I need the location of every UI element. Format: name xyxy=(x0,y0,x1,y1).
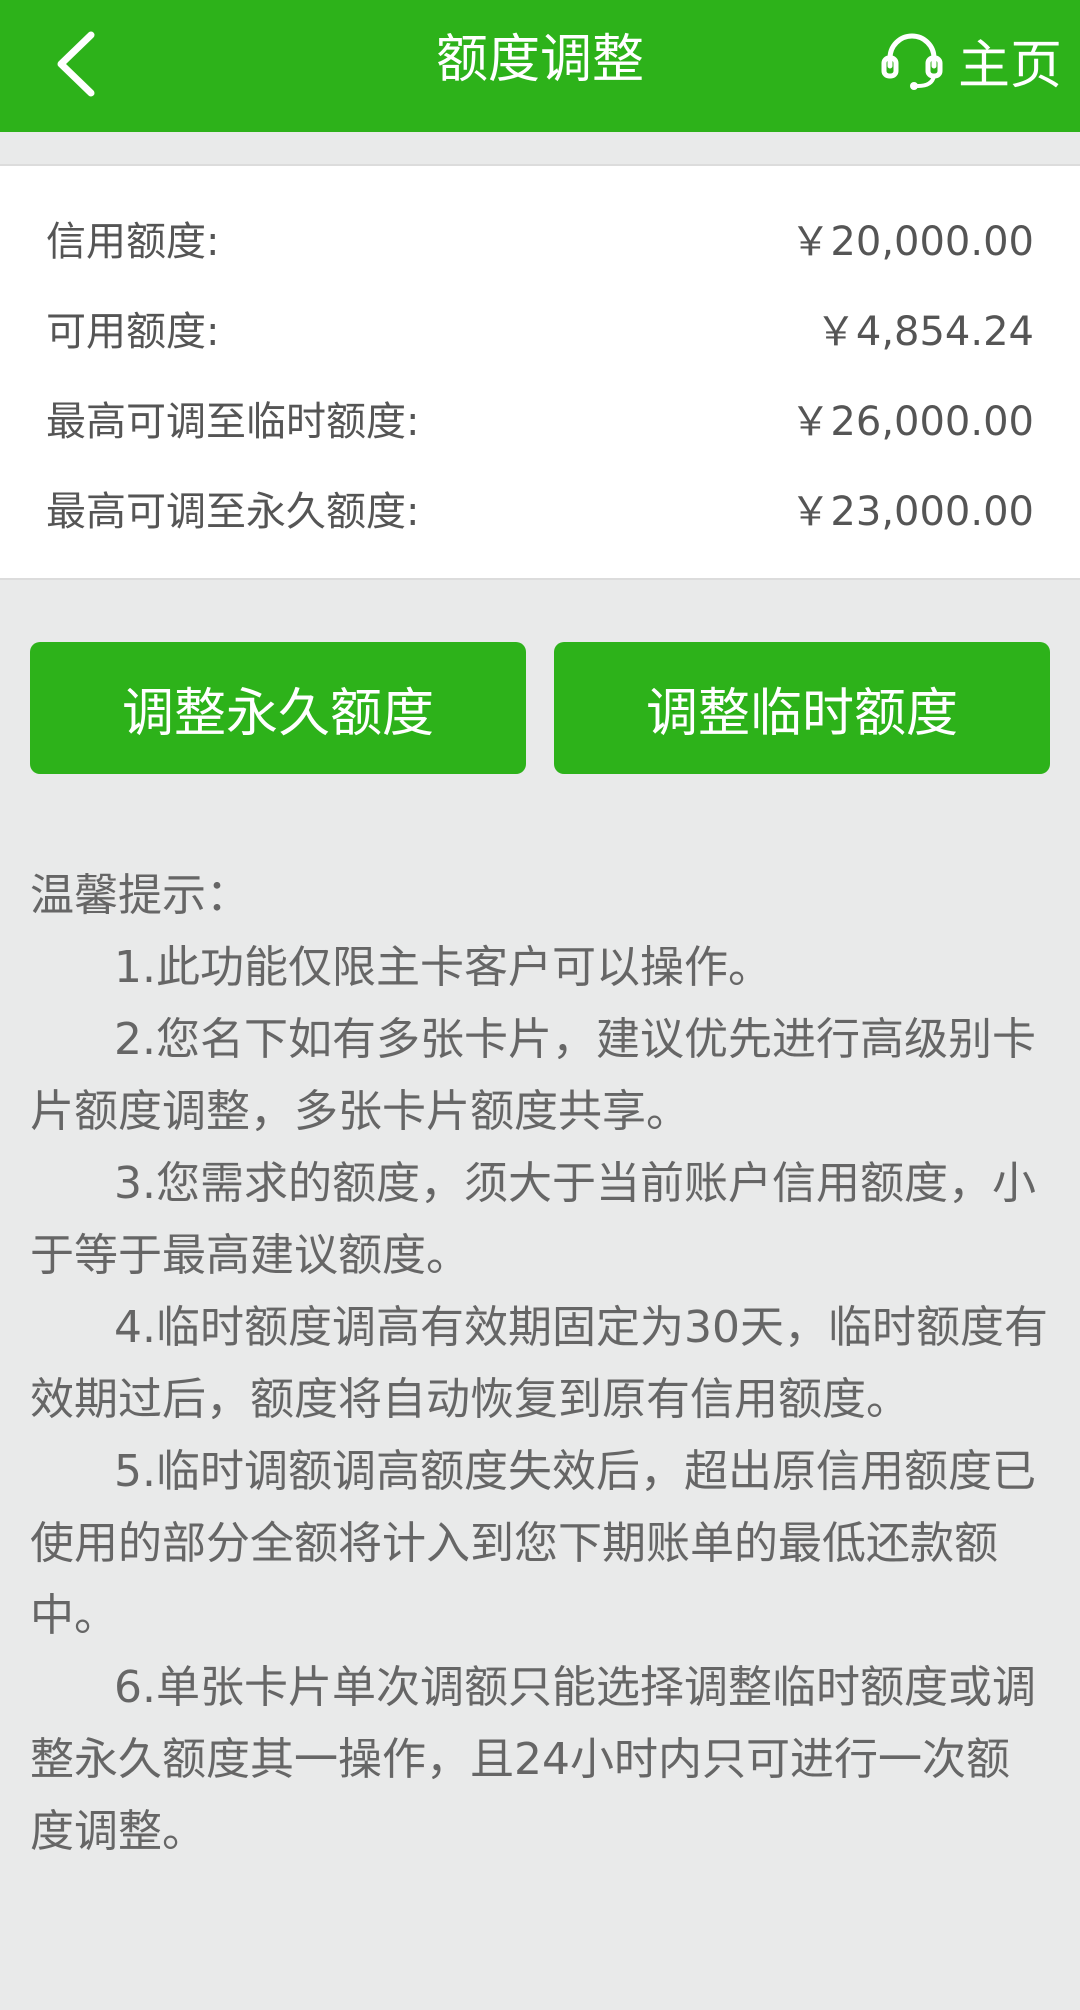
tip-item: 6.单张卡片单次调额只能选择调整临时额度或调整永久额度其一操作，且24小时内只可… xyxy=(30,1662,1036,1857)
tips-section: 温馨提示： 1.此功能仅限主卡客户可以操作。 2.您名下如有多张卡片，建议优先进… xyxy=(30,860,1050,1868)
home-label: 主页 xyxy=(957,35,1062,96)
tip-item: 3.您需求的额度，须大于当前账户信用额度，小于等于最高建议额度。 xyxy=(30,1158,1036,1281)
credit-limit-label: 信用额度: xyxy=(46,219,220,265)
adjust-permanent-limit-button[interactable]: 调整永久额度 xyxy=(30,642,526,774)
tips-title: 温馨提示： xyxy=(30,870,250,921)
headset-icon xyxy=(880,28,944,92)
credit-limit-row: 信用额度: ￥20,000.00 xyxy=(46,208,1034,268)
tip-item: 4.临时额度调高有效期固定为30天，临时额度有效期过后，额度将自动恢复到原有信用… xyxy=(30,1302,1048,1425)
available-limit-row: 可用额度: ￥4,854.24 xyxy=(46,298,1034,358)
header-bar: 额度调整 主页 xyxy=(0,0,1080,132)
limit-info-card: 信用额度: ￥20,000.00 可用额度: ￥4,854.24 最高可调至临时… xyxy=(0,164,1080,580)
max-permanent-limit-value: ￥23,000.00 xyxy=(790,489,1034,535)
home-button[interactable]: 主页 xyxy=(880,0,1062,120)
tip-item: 1.此功能仅限主卡客户可以操作。 xyxy=(114,942,772,993)
max-temporary-limit-row: 最高可调至临时额度: ￥26,000.00 xyxy=(46,388,1034,448)
max-temporary-limit-value: ￥26,000.00 xyxy=(790,399,1034,445)
max-permanent-limit-label: 最高可调至永久额度: xyxy=(46,489,420,535)
available-limit-label: 可用额度: xyxy=(46,309,220,355)
tip-item: 2.您名下如有多张卡片，建议优先进行高级别卡片额度调整，多张卡片额度共享。 xyxy=(30,1014,1036,1137)
adjust-temporary-limit-button[interactable]: 调整临时额度 xyxy=(554,642,1050,774)
max-temporary-limit-label: 最高可调至临时额度: xyxy=(46,399,420,445)
credit-limit-value: ￥20,000.00 xyxy=(790,219,1034,265)
tip-item: 5.临时调额调高额度失效后，超出原信用额度已使用的部分全额将计入到您下期账单的最… xyxy=(30,1446,1036,1641)
available-limit-value: ￥4,854.24 xyxy=(815,309,1034,355)
max-permanent-limit-row: 最高可调至永久额度: ￥23,000.00 xyxy=(46,478,1034,538)
